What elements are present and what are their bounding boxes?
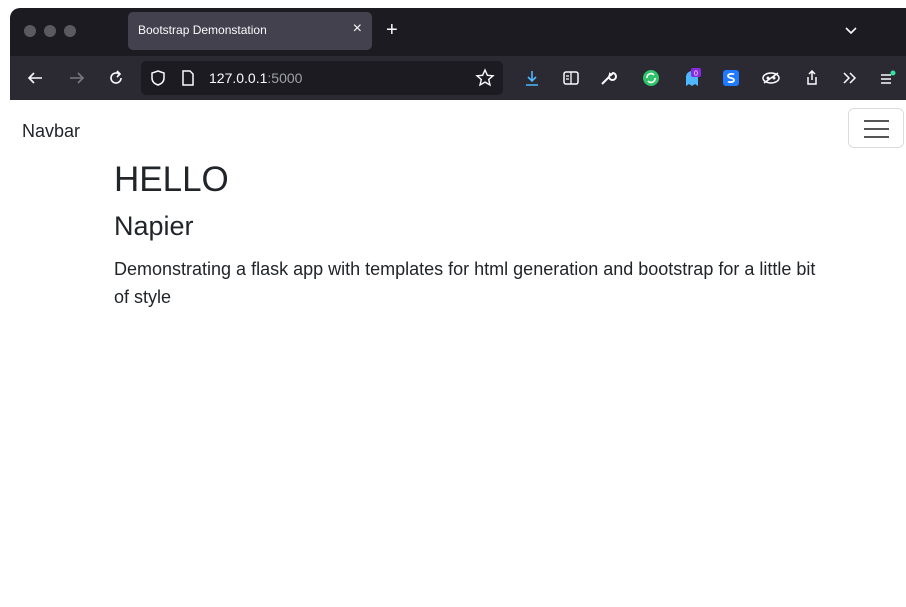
back-arrow-icon: [27, 72, 42, 84]
back-button[interactable]: [24, 67, 46, 89]
bookmark-star-icon[interactable]: [475, 68, 495, 88]
forward-arrow-icon: [70, 72, 85, 84]
lead-paragraph: Demonstrating a flask app with templates…: [114, 259, 816, 307]
tab-close-button[interactable]: ×: [353, 20, 362, 38]
mask-extension-icon: [762, 72, 780, 84]
toggler-bar-icon: [864, 128, 889, 130]
page-heading: HELLO: [114, 160, 229, 199]
app-menu-button[interactable]: [876, 67, 898, 89]
tab-title: Bootstrap Demonstation: [138, 23, 267, 37]
download-icon: [526, 71, 538, 86]
zoom-window-button[interactable]: [64, 25, 76, 37]
reader-view-button[interactable]: [560, 67, 582, 89]
navbar-brand[interactable]: Navbar: [22, 121, 80, 142]
toggler-bar-icon: [864, 136, 889, 138]
minimize-window-button[interactable]: [44, 25, 56, 37]
s-extension-button[interactable]: [720, 67, 742, 89]
url-bar[interactable]: 127.0.0.1:5000: [141, 61, 503, 95]
share-button[interactable]: [801, 67, 823, 89]
page-icon[interactable]: [179, 69, 197, 87]
s-extension-icon: [723, 70, 739, 86]
tab-active[interactable]: Bootstrap Demonstation ×: [128, 12, 372, 50]
shield-icon[interactable]: [149, 69, 167, 87]
navigation-toolbar: 127.0.0.1:5000 0: [10, 56, 906, 100]
ublock-extension-button[interactable]: [760, 67, 782, 89]
ghost-extension-icon: 0: [686, 68, 701, 86]
wrench-icon: [601, 71, 617, 85]
sync-extension-button[interactable]: [640, 67, 662, 89]
browser-window: Bootstrap Demonstation × + 127.0.0.1:500…: [10, 8, 906, 607]
share-icon: [807, 69, 817, 85]
url-text: 127.0.0.1:5000: [209, 70, 302, 86]
list-all-tabs-button[interactable]: [843, 22, 859, 38]
extension-badge-count: 0: [694, 71, 698, 78]
downloads-button[interactable]: [521, 67, 543, 89]
reload-button[interactable]: [105, 67, 127, 89]
navbar-toggler-button[interactable]: [848, 108, 904, 148]
page-subheading: Napier: [114, 211, 194, 241]
new-tab-button[interactable]: +: [386, 20, 398, 40]
close-window-button[interactable]: [24, 25, 36, 37]
hamburger-menu-icon: [881, 70, 896, 84]
page-content: Navbar HELLO Napier Demonstrating a flas…: [10, 100, 906, 607]
url-port: :5000: [267, 70, 303, 86]
url-host: 127.0.0.1: [209, 70, 268, 86]
forward-button[interactable]: [66, 67, 88, 89]
extension-badge-button[interactable]: 0: [681, 67, 703, 89]
overflow-menu-button[interactable]: [838, 67, 860, 89]
sync-icon: [643, 70, 659, 86]
chevron-double-right-icon: [843, 72, 857, 84]
sidebar-icon: [563, 71, 579, 85]
toggler-bar-icon: [864, 120, 889, 122]
tab-strip: Bootstrap Demonstation × +: [10, 8, 906, 56]
reload-icon: [110, 70, 122, 84]
tools-button[interactable]: [597, 67, 619, 89]
